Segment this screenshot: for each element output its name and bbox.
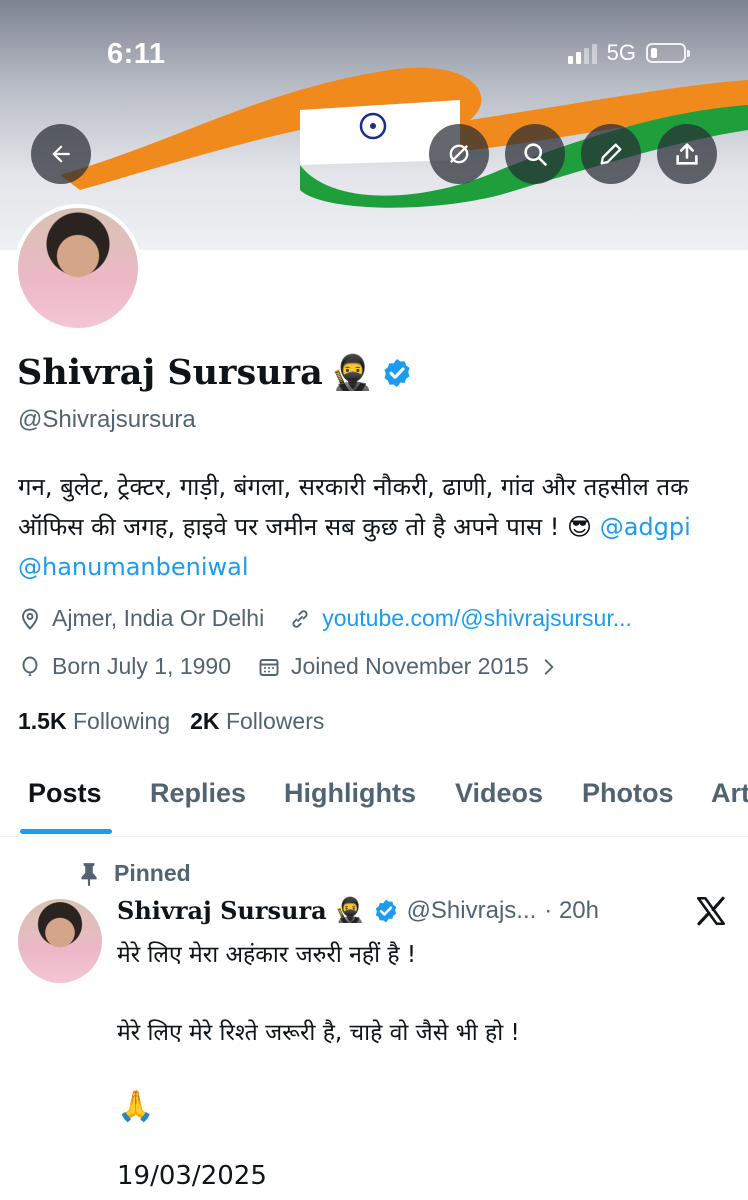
post-time[interactable]: · 20h: [544, 897, 599, 925]
balloon-icon: [22, 656, 38, 676]
profile-joined[interactable]: Joined November 2015: [291, 653, 529, 680]
tab-highlights[interactable]: Highlights: [284, 778, 416, 809]
following-stat[interactable]: 1.5K Following: [18, 708, 170, 735]
link-icon: [292, 609, 308, 628]
share-button[interactable]: [657, 124, 717, 184]
post-header: Shivraj Sursura 🥷 @Shivrajs... · 20h: [117, 896, 599, 925]
profile-birthdate: Born July 1, 1990: [52, 653, 232, 679]
post-author-avatar[interactable]: [18, 899, 102, 983]
post-author-emoji: 🥷: [334, 897, 365, 924]
avatar-photo: [18, 208, 138, 328]
pencil-icon: [600, 143, 622, 165]
post-text-line-2: मेरे लिए मेरे रिश्ते जरूरी है, चाहे वो ज…: [117, 1020, 520, 1046]
search-button[interactable]: [505, 124, 565, 184]
chevron-right-icon[interactable]: [539, 657, 559, 677]
profile-banner[interactable]: 6:11 5G: [0, 0, 748, 250]
profile-avatar[interactable]: [14, 204, 142, 332]
grok-icon: [449, 144, 469, 164]
profile-name-row: Shivraj Sursura 🥷: [17, 352, 413, 393]
followers-label: Followers: [225, 708, 325, 734]
tab-videos[interactable]: Videos: [455, 778, 543, 809]
bio-mention-hanumanbeniwal[interactable]: @hanumanbeniwal: [18, 553, 249, 581]
verified-badge-icon[interactable]: [381, 357, 413, 389]
profile-meta-row-1: Ajmer, India Or Delhi youtube.com/@shivr…: [18, 605, 632, 632]
bio-mention-adgpi[interactable]: @adgpi: [600, 513, 691, 541]
signal-icon: [567, 42, 597, 64]
back-button[interactable]: [31, 124, 91, 184]
post-date-line: 19/03/2025: [117, 1161, 267, 1191]
grok-button[interactable]: [429, 124, 489, 184]
profile-location: Ajmer, India Or Delhi: [52, 605, 265, 631]
share-icon: [676, 143, 698, 165]
bio-text: गन, बुलेट, ट्रेक्टर, गाड़ी, बंगला, सरकार…: [18, 473, 689, 541]
post-author-name[interactable]: Shivraj Sursura: [117, 896, 327, 925]
status-time: 6:11: [107, 38, 166, 70]
followers-stat[interactable]: 2K Followers: [190, 708, 324, 735]
profile-stats: 1.5K Following 2K Followers: [18, 708, 324, 735]
calendar-icon: [259, 658, 279, 676]
verified-badge-icon: [375, 899, 396, 922]
search-icon: [524, 143, 547, 166]
following-count: 1.5K: [18, 708, 67, 734]
post-author-handle[interactable]: @Shivrajs...: [407, 897, 537, 925]
tab-photos[interactable]: Photos: [582, 778, 674, 809]
pinned-label: Pinned: [114, 860, 191, 886]
profile-tabs: Posts Replies Highlights Videos Photos A…: [0, 772, 748, 837]
profile-website[interactable]: youtube.com/@shivrajsursur...: [322, 605, 632, 632]
active-tab-indicator: [20, 829, 112, 834]
pinned-indicator: Pinned: [78, 860, 191, 887]
status-indicators: 5G: [567, 40, 690, 66]
tab-posts[interactable]: Posts: [28, 778, 102, 809]
x-logo-icon[interactable]: [694, 894, 728, 928]
tab-replies[interactable]: Replies: [150, 778, 246, 809]
back-arrow-icon: [52, 145, 70, 163]
profile-meta-row-2: Born July 1, 1990 Joined November 2015: [18, 653, 559, 680]
pin-icon: [81, 862, 97, 886]
following-label: Following: [72, 708, 171, 734]
profile-name: Shivraj Sursura: [17, 352, 323, 393]
network-type: 5G: [606, 40, 636, 65]
profile-bio: गन, बुलेट, ट्रेक्टर, गाड़ी, बंगला, सरकार…: [18, 467, 718, 587]
post-text-line-1: मेरे लिए मेरा अहंकार जरुरी नहीं है !: [117, 942, 417, 968]
location-pin-icon: [22, 608, 38, 630]
tab-articles[interactable]: Art: [711, 778, 748, 809]
edit-button[interactable]: [581, 124, 641, 184]
ninja-emoji: 🥷: [330, 353, 374, 392]
battery-icon: [646, 43, 690, 63]
followers-count: 2K: [190, 708, 220, 734]
post-emoji-line: 🙏: [117, 1089, 155, 1124]
profile-handle: @Shivrajsursura: [18, 406, 196, 433]
